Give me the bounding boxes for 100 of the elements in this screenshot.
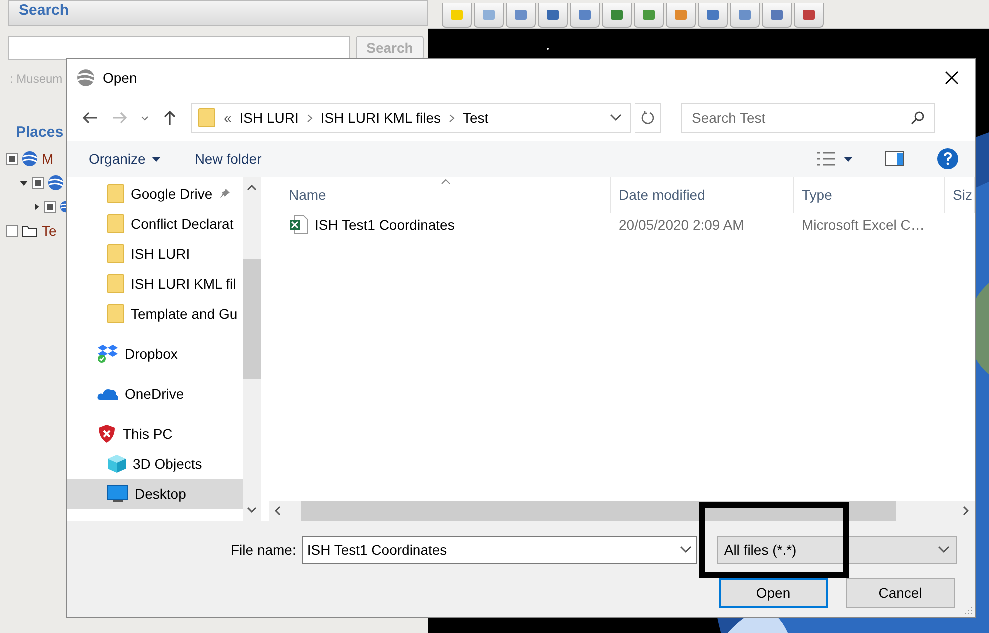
column-header[interactable]: Date modified [611, 177, 794, 213]
nav-item[interactable]: ISH LURI KML fil [67, 269, 243, 299]
place-label[interactable]: Te [42, 223, 57, 239]
folder-icon [107, 184, 125, 204]
refresh-icon [640, 111, 654, 125]
toolbar-button[interactable] [442, 3, 472, 28]
nav-item[interactable]: Conflict Declarat [67, 209, 243, 239]
toolbar-button[interactable] [570, 3, 600, 28]
toolbar-button[interactable] [506, 3, 536, 28]
refresh-button[interactable] [635, 103, 661, 133]
checkbox[interactable] [6, 225, 18, 237]
toolbar-button[interactable] [762, 3, 792, 28]
toolbar-button[interactable] [666, 3, 696, 28]
breadcrumb-overflow[interactable]: « [224, 110, 232, 126]
toolbar-button[interactable] [602, 3, 632, 28]
tool-icon [705, 8, 721, 22]
scroll-down-icon [247, 507, 257, 513]
toolbar-button[interactable] [634, 3, 664, 28]
folder-icon [107, 244, 125, 264]
nav-item[interactable]: This PC [67, 419, 243, 449]
toolbar-button[interactable] [730, 3, 760, 28]
nav-item[interactable]: Desktop [67, 479, 243, 509]
close-icon [945, 71, 959, 85]
column-header[interactable]: Name [269, 177, 611, 213]
scroll-left-icon [275, 506, 281, 516]
dialog-title: Open [103, 70, 138, 86]
caret-icon [152, 156, 161, 162]
breadcrumb-item[interactable]: ISH LURI KML files [320, 110, 441, 126]
tool-icon [769, 8, 785, 22]
tool-icon [737, 8, 753, 22]
checkbox[interactable] [44, 201, 56, 213]
checkbox[interactable] [6, 153, 18, 165]
globe-icon [48, 175, 64, 191]
checkbox[interactable] [32, 177, 44, 189]
file-type-dropdown[interactable]: All files (*.*) [717, 536, 958, 564]
folder-icon [107, 214, 125, 234]
place-label[interactable]: M [42, 151, 54, 167]
command-button[interactable]: Organize [81, 147, 169, 171]
column-header[interactable]: Type [794, 177, 945, 213]
resize-grip[interactable] [963, 605, 973, 615]
preview-pane-icon [885, 151, 905, 167]
dialog-button[interactable]: Cancel [846, 578, 955, 608]
search-hint: : Museum [10, 72, 64, 86]
file-row[interactable]: ISH Test1 Coordinates 20/05/2020 2:09 AM Microsoft Excel C… [269, 213, 975, 237]
folder-icon [198, 108, 216, 128]
address-bar[interactable]: « ISH LURI ISH LURI KML files Test [191, 103, 631, 133]
tool-icon [545, 8, 561, 22]
chevron-right-icon [449, 114, 455, 122]
tool-icon [641, 8, 657, 22]
toolbar-button[interactable] [474, 3, 504, 28]
command-button[interactable]: New folder [186, 147, 270, 171]
type-cell-text: Microsoft Excel C… [801, 217, 926, 233]
chevron-down-icon [610, 114, 622, 122]
up-arrow-icon [163, 110, 177, 126]
file-name-field[interactable]: ISH Test1 Coordinates [302, 536, 698, 564]
back-arrow-icon [82, 111, 98, 125]
details-view-icon [816, 151, 836, 167]
nav-item[interactable]: Dropbox [67, 339, 243, 369]
globe-icon [77, 69, 95, 87]
dropbox-icon [97, 344, 119, 364]
tool-icon [513, 8, 529, 22]
toolbar-button[interactable] [538, 3, 568, 28]
tool-icon [481, 8, 497, 22]
collapsed-arrow-icon[interactable] [34, 203, 40, 211]
date-cell-text: 20/05/2020 2:09 AM [618, 217, 746, 233]
toolbar-button[interactable] [794, 3, 824, 28]
expanded-arrow-icon[interactable] [20, 179, 28, 187]
chevron-down-icon [938, 546, 950, 554]
vertical-scrollbar[interactable] [243, 177, 261, 521]
chevron-down-icon [680, 546, 692, 554]
tool-icon [673, 8, 689, 22]
caret-icon [844, 156, 853, 162]
scroll-right-icon [963, 506, 969, 516]
nav-item[interactable]: OneDrive [67, 379, 243, 409]
dialog-button[interactable]: Open [719, 578, 828, 608]
column-header[interactable]: Siz [945, 177, 975, 213]
chevron-down-icon [141, 116, 149, 120]
tool-icon [449, 8, 465, 22]
panel-title: Search [19, 2, 70, 19]
file-name-label: File name: [231, 542, 296, 558]
nav-item[interactable]: 3D Objects [67, 449, 243, 479]
scroll-up-icon [247, 185, 257, 191]
chevron-right-icon [306, 114, 313, 122]
nav-item[interactable]: Template and Gu [67, 299, 243, 329]
nav-item[interactable]: ISH LURI [67, 239, 243, 269]
search-field[interactable] [8, 36, 350, 60]
cube-icon [107, 454, 127, 474]
folder-icon [22, 224, 38, 238]
spreadsheet-icon [289, 215, 309, 235]
globe-icon [22, 151, 38, 167]
tool-icon [577, 8, 593, 22]
places-title: Places [16, 124, 65, 141]
tool-icon [609, 8, 625, 22]
nav-item[interactable]: Google Drive [67, 179, 243, 209]
search-field[interactable]: Search Test [681, 103, 935, 133]
breadcrumb-item[interactable]: ISH LURI [240, 110, 299, 126]
breadcrumb-item[interactable]: Test [463, 110, 489, 126]
toolbar-button[interactable] [698, 3, 728, 28]
horizontal-scrollbar[interactable] [269, 501, 975, 521]
search-icon [911, 111, 925, 125]
